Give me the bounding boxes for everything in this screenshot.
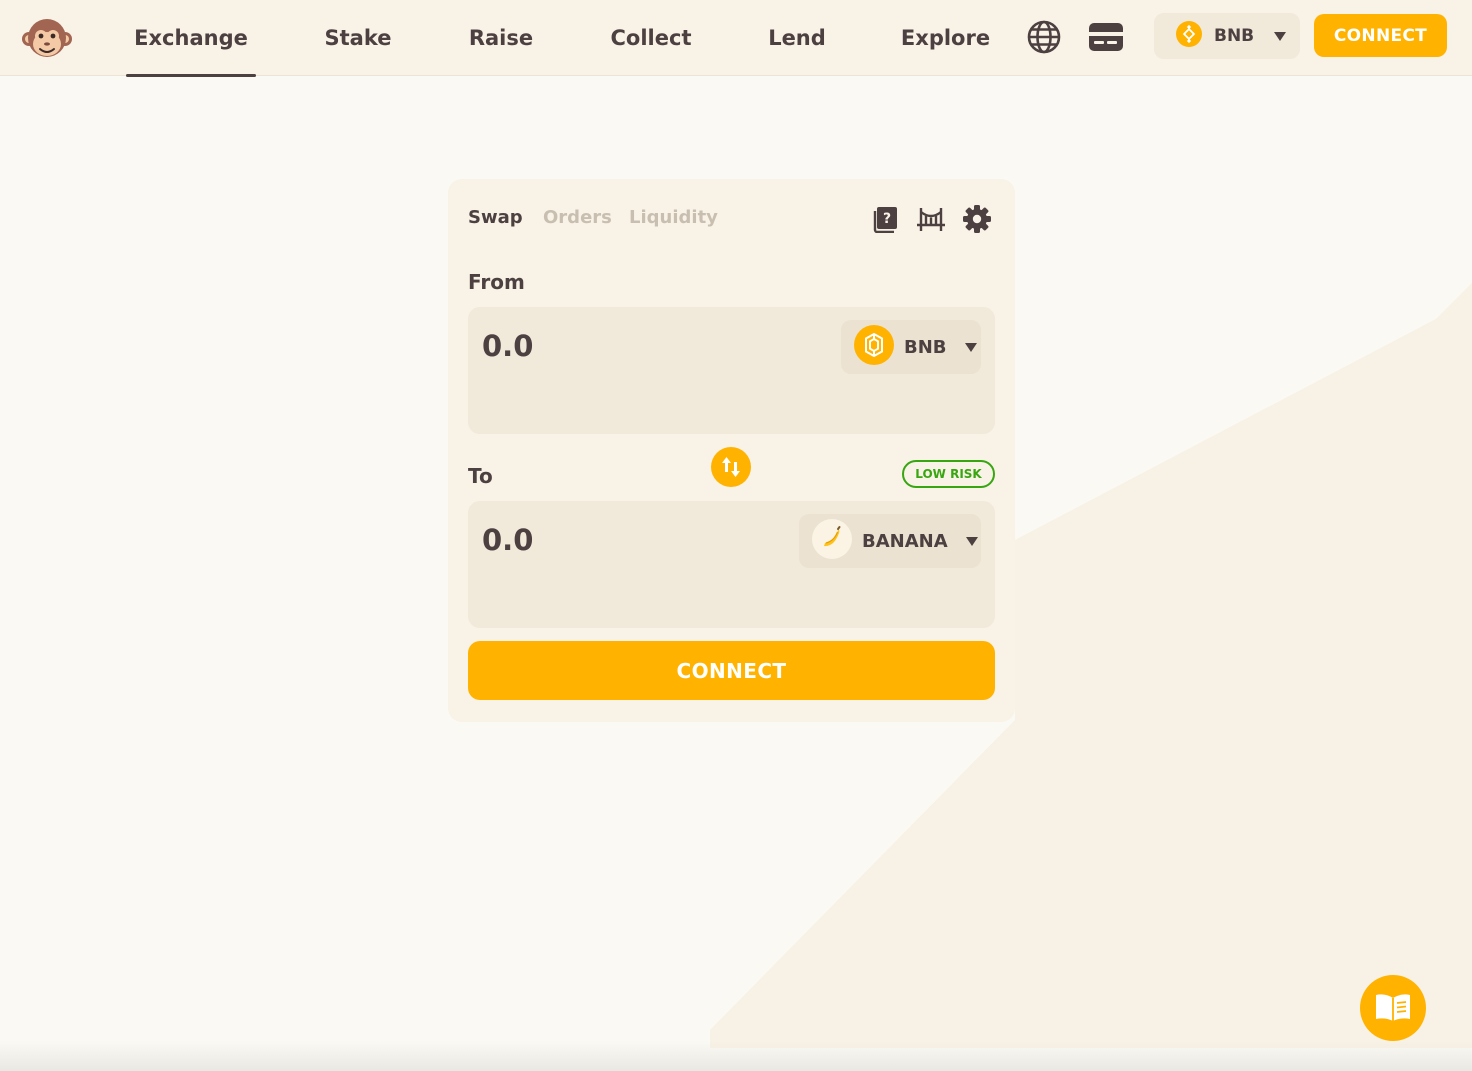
to-token-label: BANANA xyxy=(862,530,948,552)
chevron-down-icon xyxy=(964,342,977,352)
monkey-logo-icon[interactable] xyxy=(20,11,74,65)
swap-card: Swap Orders Liquidity ? From 0.0 BNB To … xyxy=(448,179,1015,722)
to-label: To xyxy=(468,464,493,488)
top-navigation-bar: Exchange Stake Raise Collect Lend Explor… xyxy=(0,0,1472,77)
from-amount-input[interactable] xyxy=(482,329,782,363)
svg-text:?: ? xyxy=(883,211,891,227)
nav-item-stake[interactable]: Stake xyxy=(308,0,408,76)
bnb-icon xyxy=(1176,20,1202,52)
risk-badge[interactable]: LOW RISK xyxy=(902,460,995,488)
to-token-selector[interactable]: BANANA xyxy=(799,514,981,568)
from-token-selector[interactable]: BNB xyxy=(841,320,981,374)
nav-item-lend[interactable]: Lend xyxy=(752,0,842,76)
from-panel: BNB xyxy=(468,307,995,434)
bridge-icon[interactable] xyxy=(916,204,946,234)
open-book-icon xyxy=(1376,994,1410,1021)
chevron-down-icon xyxy=(1274,31,1287,41)
banana-icon xyxy=(812,518,852,564)
to-panel: BANANA xyxy=(468,501,995,628)
tab-liquidity[interactable]: Liquidity xyxy=(629,207,718,228)
header-connect-button[interactable]: CONNECT xyxy=(1314,14,1447,57)
chain-selector[interactable]: BNB xyxy=(1154,13,1300,59)
chevron-down-icon xyxy=(965,536,978,546)
from-label: From xyxy=(468,270,525,294)
card-icon[interactable] xyxy=(1086,17,1126,57)
to-amount-input[interactable] xyxy=(482,523,782,557)
help-book-icon[interactable]: ? xyxy=(871,204,901,234)
switch-tokens-button[interactable] xyxy=(711,447,751,487)
bnb-icon xyxy=(854,324,894,370)
connect-wallet-button[interactable]: CONNECT xyxy=(468,641,995,700)
nav-item-raise[interactable]: Raise xyxy=(452,0,550,76)
chain-selector-label: BNB xyxy=(1214,26,1255,46)
tab-swap[interactable]: Swap xyxy=(468,207,523,228)
nav-item-exchange[interactable]: Exchange xyxy=(126,0,256,77)
nav-item-explore[interactable]: Explore xyxy=(888,0,1003,76)
gear-icon[interactable] xyxy=(962,204,992,234)
docs-book-button[interactable] xyxy=(1360,975,1426,1041)
globe-icon[interactable] xyxy=(1024,17,1064,57)
nav-item-collect[interactable]: Collect xyxy=(596,0,706,76)
bottom-shadow xyxy=(0,1041,1472,1071)
from-token-label: BNB xyxy=(904,336,947,358)
tab-orders[interactable]: Orders xyxy=(543,207,612,228)
